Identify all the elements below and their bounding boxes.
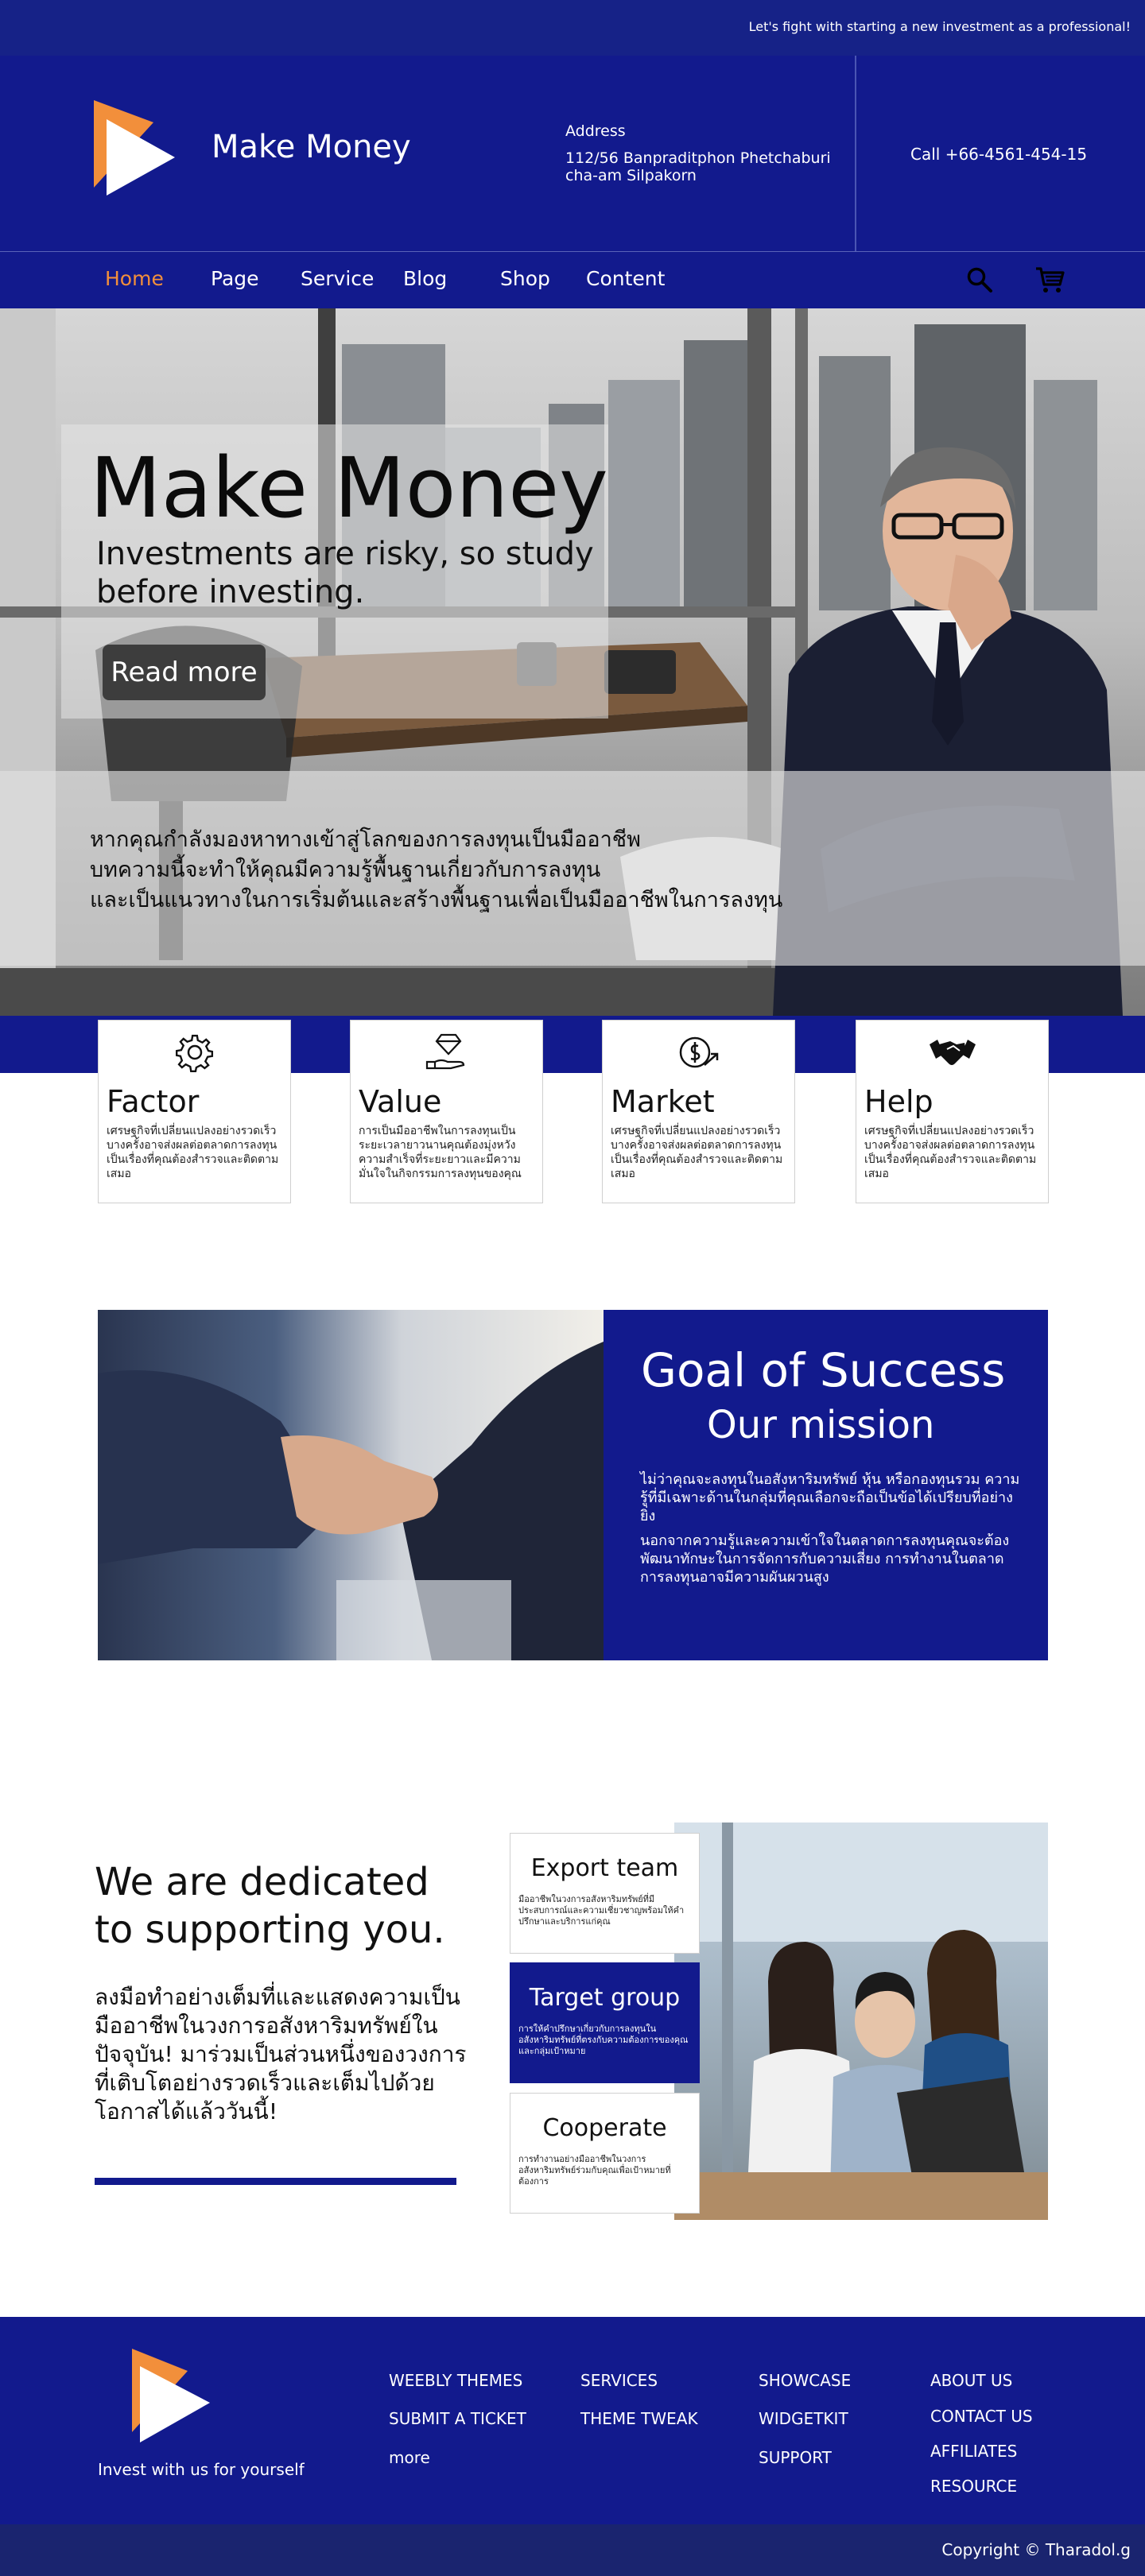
top-bar: Let's fight with starting a new investme… [0,0,1145,56]
feature-card-value[interactable]: Value การเป็นมืออาชีพในการลงทุนเป็นระยะเ… [350,1020,543,1203]
feature-title: Factor [107,1084,200,1119]
feature-card-market[interactable]: Market เศรษฐกิจที่เปลี่ยนแปลงอย่างรวดเร็… [602,1020,795,1203]
feature-desc: การเป็นมืออาชีพในการลงทุนเป็นระยะเวลายาว… [359,1125,522,1180]
diamond-hand-icon [425,1033,465,1070]
brand-logo-icon[interactable] [94,100,181,207]
footer-link[interactable]: ABOUT US [930,2371,1012,2390]
search-icon[interactable] [966,266,993,293]
footer-link[interactable]: SUBMIT A TICKET [389,2409,526,2428]
footer-link[interactable]: WIDGETKIT [759,2409,848,2428]
brand-name[interactable]: Make Money [212,129,411,165]
footer-link[interactable]: SUPPORT [759,2448,832,2467]
site-footer: Invest with us for yourself WEEBLY THEME… [0,2317,1145,2524]
hero-description-line: หากคุณกำลังมองหาทางเข้าสู่โลกของการลงทุน… [90,827,641,852]
team-photo [674,1823,1048,2220]
feature-title: Help [864,1084,933,1119]
hero-subtitle: Investments are risky, so study before i… [96,536,594,610]
footer-link[interactable]: more [389,2448,430,2467]
info-card-desc: การทำงานอย่างมืออาชีพในวงการอสังหาริมทรั… [518,2154,671,2187]
feature-desc: เศรษฐกิจที่เปลี่ยนแปลงอย่างรวดเร็วบางครั… [611,1125,783,1180]
footer-link[interactable]: CONTACT US [930,2407,1033,2426]
address-title: Address [565,122,626,140]
footer-link[interactable]: WEEBLY THEMES [389,2371,522,2390]
site-header: Make Money Address 112/56 Banpraditphon … [0,56,1145,251]
call-number[interactable]: Call +66-4561-454-15 [910,145,1087,164]
main-nav: Home Page Service Blog Shop Content [0,251,1145,308]
hero-banner: Make Money Investments are risky, so stu… [0,308,1145,1016]
copyright-bar: Copyright © Tharadol.g [0,2524,1145,2576]
nav-home[interactable]: Home [105,267,164,290]
footer-tagline: Invest with us for yourself [98,2460,305,2479]
brand-logo-icon[interactable] [132,2349,212,2448]
dedicated-text: ลงมือทำอย่างเต็มที่และแสดงความเป็นมืออาช… [95,1984,467,2125]
hero-title: Make Money [90,440,608,537]
read-more-button[interactable]: Read more [103,645,266,700]
handshake-icon [930,1040,976,1065]
header-divider [855,56,856,251]
feature-desc: เศรษฐกิจที่เปลี่ยนแปลงอย่างรวดเร็วบางครั… [107,1125,279,1180]
team-image [674,1823,1048,2220]
money-growth-icon [679,1036,719,1068]
info-card-title: Export team [530,1854,679,1882]
footer-link[interactable]: AFFILIATES [930,2442,1017,2461]
top-tagline: Let's fight with starting a new investme… [748,19,1131,34]
handshake-image [98,1310,604,1660]
gear-icon [176,1034,214,1072]
nav-page[interactable]: Page [211,267,259,290]
copyright-text: Copyright © Tharadol.g [941,2540,1131,2559]
feature-title: Market [611,1084,715,1119]
address-line-1: 112/56 Banpraditphon Phetchaburi [565,149,831,167]
goal-subtitle: Our mission [707,1403,935,1447]
footer-link[interactable]: SHOWCASE [759,2371,851,2390]
nav-shop[interactable]: Shop [500,267,550,290]
nav-service[interactable]: Service [301,267,374,290]
feature-desc: เศรษฐกิจที่เปลี่ยนแปลงอย่างรวดเร็วบางครั… [864,1125,1037,1180]
hero-description: หากคุณกำลังมองหาทางเข้าสู่โลกของการลงทุน… [90,825,805,916]
footer-link[interactable]: RESOURCE [930,2477,1017,2496]
hero-description-line: บทความนี้จะทำให้คุณมีความรู้พื้นฐานเกี่ย… [90,858,601,882]
address-line-2: cha-am Silpakorn [565,167,697,184]
handshake-photo [98,1342,604,1660]
info-card-cooperate[interactable]: Cooperate การทำงานอย่างมืออาชีพในวงการอส… [510,2093,700,2214]
info-card-title: Target group [529,1984,681,2012]
info-card-desc: มืออาชีพในวงการอสังหาริมทรัพย์ที่มีประสบ… [518,1894,685,1927]
info-card-target-group[interactable]: Target group การให้คำปรึกษาเกี่ยวกับการล… [510,1962,700,2083]
footer-link[interactable]: THEME TWEAK [580,2409,698,2428]
info-card-desc: การให้คำปรึกษาเกี่ยวกับการลงทุนในอสังหาร… [518,2024,689,2056]
nav-blog[interactable]: Blog [403,267,447,290]
info-card-title: Cooperate [542,2114,667,2142]
goal-paragraph-2: นอกจากความรู้และความเข้าใจในตลาดการลงทุน… [640,1532,1010,1586]
goal-paragraph-1: ไม่ว่าคุณจะลงทุนในอสังหาริมทรัพย์ หุ้น ห… [640,1471,1020,1524]
footer-link[interactable]: SERVICES [580,2371,658,2390]
cart-icon[interactable] [1034,265,1065,294]
dedicated-title-line: to supporting you. [95,1908,445,1952]
goal-title: Goal of Success [641,1343,1006,1397]
hero-description-line: และเป็นแนวทางในการเริ่มต้นและสร้างพื้นฐา… [90,888,783,912]
nav-content[interactable]: Content [586,267,665,290]
feature-title: Value [359,1084,442,1119]
info-card-export-team[interactable]: Export team มืออาชีพในวงการอสังหาริมทรัพ… [510,1833,700,1954]
dedicated-accent-bar [95,2178,456,2185]
dedicated-title: We are dedicated to supporting you. [95,1858,445,1954]
dedicated-title-line: We are dedicated [95,1860,429,1904]
feature-card-factor[interactable]: Factor เศรษฐกิจที่เปลี่ยนแปลงอย่างรวดเร็… [98,1020,291,1203]
feature-card-help[interactable]: Help เศรษฐกิจที่เปลี่ยนแปลงอย่างรวดเร็วบ… [856,1020,1049,1203]
